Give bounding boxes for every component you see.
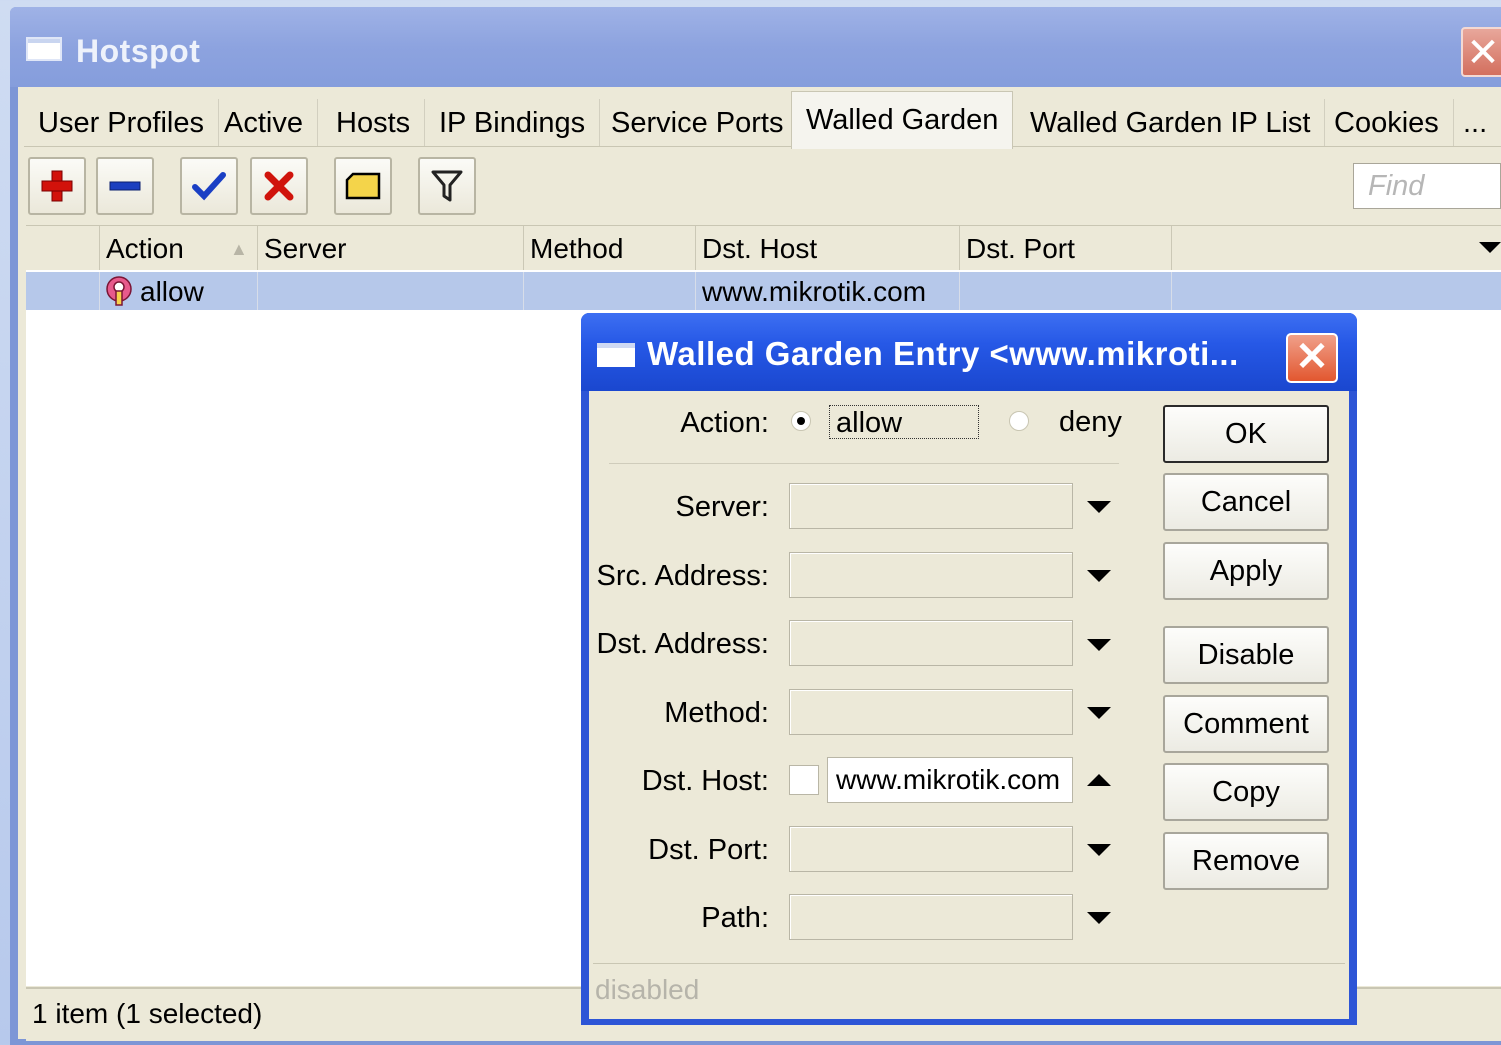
column-header-method[interactable]: Method	[524, 226, 696, 270]
minus-icon	[109, 181, 141, 191]
x-icon	[264, 171, 294, 201]
comment-entry-button[interactable]: Comment	[1163, 695, 1329, 753]
plus-icon	[41, 170, 73, 202]
filter-icon	[431, 170, 463, 202]
window-title: Hotspot	[76, 33, 201, 69]
src-address-field[interactable]	[789, 552, 1073, 598]
deny-radio[interactable]	[1009, 411, 1029, 431]
checkmark-icon	[192, 172, 226, 201]
row-cell-server	[258, 272, 524, 310]
action-value: allow	[140, 276, 204, 307]
ok-button[interactable]: OK	[1163, 405, 1329, 463]
tab-active[interactable]: Active	[210, 99, 318, 147]
tab-bar: User Profiles Active Hosts IP Bindings S…	[24, 91, 1501, 149]
action-divider	[609, 463, 1119, 464]
row-cell-method	[524, 272, 696, 310]
column-chooser-icon[interactable]	[1479, 242, 1501, 253]
column-header-server[interactable]: Server	[258, 226, 524, 270]
column-header-blank	[26, 226, 100, 270]
enable-button[interactable]	[180, 157, 238, 215]
row-cell-action: allow	[100, 272, 258, 310]
tab-more[interactable]: ...	[1449, 99, 1501, 147]
dst-port-dropdown-icon[interactable]	[1087, 844, 1111, 856]
server-label: Server:	[675, 491, 769, 523]
tab-hosts[interactable]: Hosts	[322, 99, 426, 147]
row-cell-dst-port	[960, 272, 1172, 310]
method-label: Method:	[664, 697, 769, 729]
dialog-title-bar: Walled Garden Entry <www.mikroti... ✕	[581, 313, 1357, 391]
tab-service-ports[interactable]: Service Ports	[597, 99, 799, 147]
dialog-status-bar: disabled	[593, 963, 1345, 1018]
column-header-action[interactable]: Action ▲	[100, 226, 258, 270]
dst-host-label: Dst. Host:	[641, 765, 769, 797]
src-address-dropdown-icon[interactable]	[1087, 570, 1111, 582]
method-dropdown-icon[interactable]	[1087, 707, 1111, 719]
note-icon	[345, 172, 381, 200]
row-cell-blank	[26, 272, 100, 310]
walled-garden-entry-dialog: Walled Garden Entry <www.mikroti... ✕ Ac…	[581, 313, 1357, 1025]
allow-radio-label[interactable]: allow	[829, 405, 979, 439]
allow-icon	[106, 276, 132, 306]
column-header-dst-port[interactable]: Dst. Port	[960, 226, 1172, 270]
path-label: Path:	[701, 902, 769, 934]
window-icon	[26, 37, 62, 61]
disable-entry-button[interactable]: Disable	[1163, 626, 1329, 684]
src-address-label: Src. Address:	[596, 560, 769, 592]
sort-ascending-icon: ▲	[230, 239, 248, 259]
path-field[interactable]	[789, 894, 1073, 940]
tab-divider	[24, 146, 1501, 147]
tab-user-profiles[interactable]: User Profiles	[24, 99, 219, 147]
cancel-button[interactable]: Cancel	[1163, 473, 1329, 531]
table-header: Action ▲ Server Method Dst. Host Dst. Po…	[26, 226, 1501, 270]
copy-button[interactable]: Copy	[1163, 763, 1329, 821]
title-bar: Hotspot ✕	[10, 7, 1501, 87]
find-input[interactable]: Find	[1353, 163, 1501, 209]
remove-entry-button[interactable]: Remove	[1163, 832, 1329, 890]
add-button[interactable]	[28, 157, 86, 215]
dst-host-negate-checkbox[interactable]	[789, 765, 819, 795]
dialog-body: Action: allow deny Server: Src. Address:…	[589, 391, 1349, 1019]
dialog-window-icon	[597, 343, 635, 367]
column-header-dst-host[interactable]: Dst. Host	[696, 226, 960, 270]
path-dropdown-icon[interactable]	[1087, 912, 1111, 924]
dst-host-collapse-icon[interactable]	[1087, 774, 1111, 786]
tab-walled-garden-ip-list[interactable]: Walled Garden IP List	[1016, 99, 1326, 147]
deny-radio-label[interactable]: deny	[1059, 405, 1122, 439]
server-dropdown-icon[interactable]	[1087, 501, 1111, 513]
remove-button[interactable]	[96, 157, 154, 215]
dst-address-label: Dst. Address:	[596, 628, 769, 660]
action-label: Action:	[680, 407, 769, 439]
comment-button[interactable]	[334, 157, 392, 215]
row-cell-dst-host: www.mikrotik.com	[696, 272, 960, 310]
dst-port-field[interactable]	[789, 826, 1073, 872]
disable-button[interactable]	[250, 157, 308, 215]
tab-ip-bindings[interactable]: IP Bindings	[425, 99, 601, 147]
dst-host-field[interactable]: www.mikrotik.com	[827, 757, 1073, 803]
allow-radio[interactable]	[791, 411, 811, 431]
dialog-close-icon[interactable]: ✕	[1286, 333, 1338, 383]
dialog-title: Walled Garden Entry <www.mikroti...	[647, 335, 1239, 372]
tab-walled-garden[interactable]: Walled Garden	[791, 91, 1014, 149]
table-row[interactable]: allow www.mikrotik.com	[26, 272, 1501, 310]
column-header-label: Action	[106, 233, 184, 264]
method-field[interactable]	[789, 689, 1073, 735]
dst-address-field[interactable]	[789, 620, 1073, 666]
dst-address-dropdown-icon[interactable]	[1087, 639, 1111, 651]
apply-button[interactable]: Apply	[1163, 542, 1329, 600]
dst-port-label: Dst. Port:	[648, 834, 769, 866]
server-field[interactable]	[789, 483, 1073, 529]
filter-button[interactable]	[418, 157, 476, 215]
close-icon[interactable]: ✕	[1461, 27, 1501, 77]
tab-cookies[interactable]: Cookies	[1320, 99, 1454, 147]
